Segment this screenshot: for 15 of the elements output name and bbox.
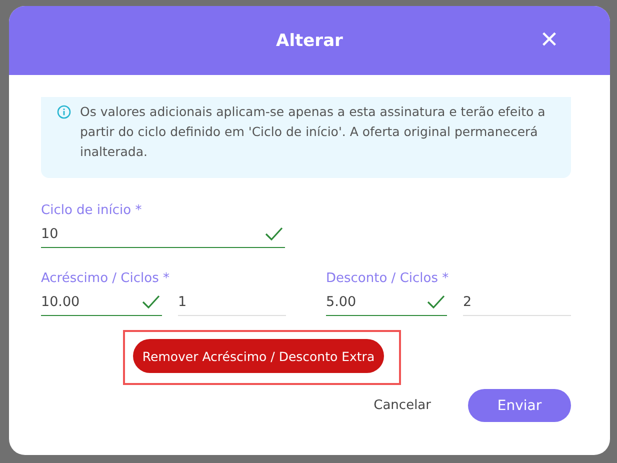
input-field[interactable]: 2 [463, 288, 571, 316]
info-icon [57, 105, 71, 119]
input-field[interactable]: 10 [41, 220, 285, 248]
submit-button[interactable]: Enviar [468, 389, 571, 422]
field-label: Acréscimo / Ciclos * [41, 270, 170, 288]
cancel-button[interactable]: Cancelar [368, 397, 437, 414]
field-label: Desconto / Ciclos * [326, 270, 450, 288]
field-label: Ciclo de início * [41, 202, 143, 220]
info-text: Os valores adicionais aplicam-se apenas a esta assinatura e terão efeito a partir do ciclo definido em 'Ciclo de início'. A oferta original permanecerá inalterada. [80, 103, 546, 161]
close-button[interactable]: × [540, 26, 558, 54]
input-field[interactable]: 10.00 [41, 288, 162, 316]
remove-button[interactable]: Remover Acréscimo / Desconto Extra [133, 339, 384, 373]
dialog-title: Alterar [276, 30, 343, 50]
input-field[interactable]: 1 [178, 288, 286, 316]
input-field[interactable]: 5.00 [326, 288, 447, 316]
